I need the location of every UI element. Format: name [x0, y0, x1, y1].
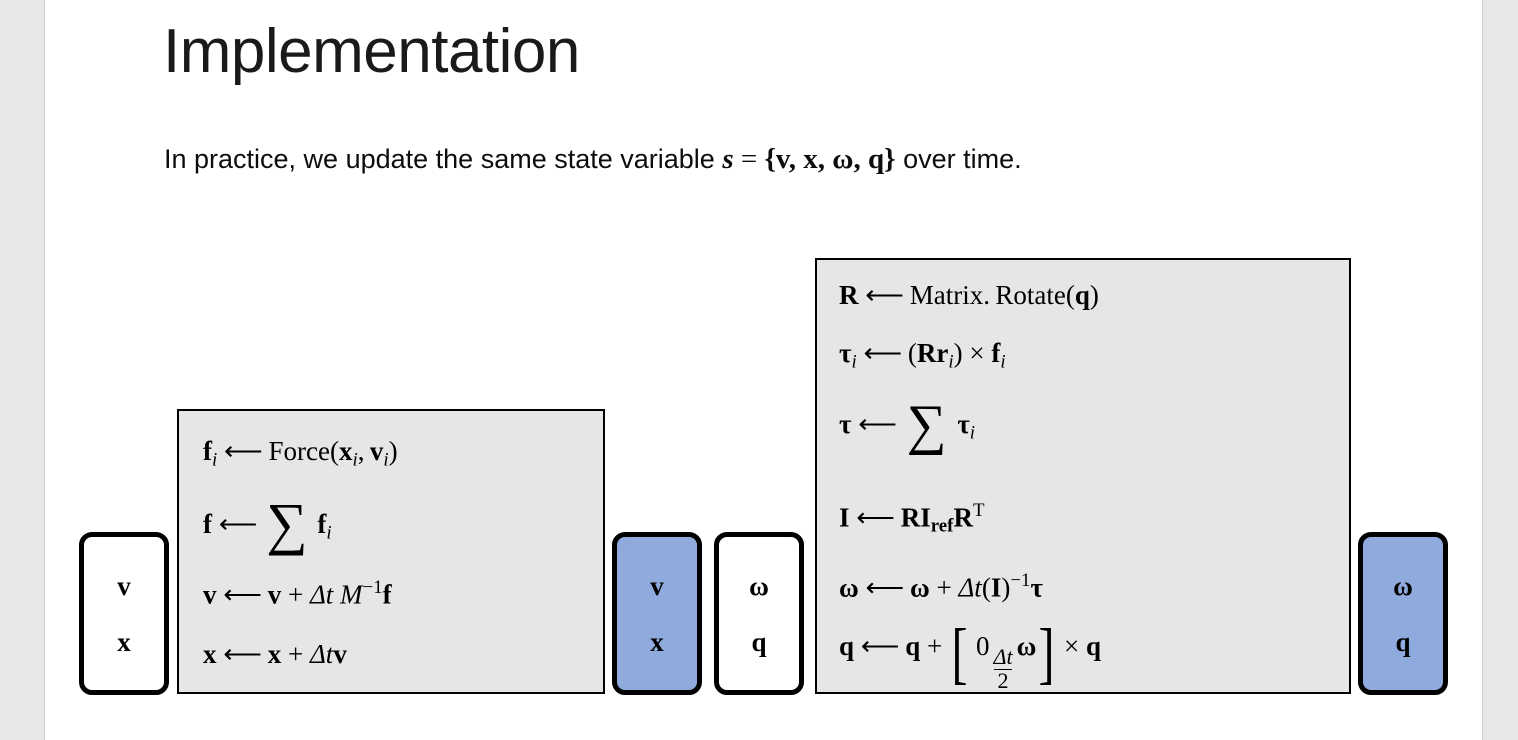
- state-symbol-q: q: [751, 626, 767, 657]
- page-gutter-right: [1482, 0, 1518, 740]
- state-symbol-x: x: [117, 626, 131, 657]
- subtitle-line: In practice, we update the same state va…: [164, 143, 1022, 176]
- equation-angular-velocity-update: ω ⟵ ω + Δt(I)−1τ: [839, 570, 1043, 603]
- state-symbol-x: x: [650, 626, 664, 657]
- subtitle-lead-text: In practice, we update the same state va…: [164, 144, 723, 174]
- state-variable-symbol: s: [722, 143, 734, 175]
- equation-total-torque: τ ⟵ ∑ τi: [839, 394, 976, 456]
- state-symbol-v: v: [117, 571, 131, 602]
- page-title: Implementation: [163, 17, 580, 86]
- equation-velocity-update: v ⟵ v + Δt M−1f: [203, 577, 392, 610]
- equation-total-force: f ⟵ ∑ fi: [203, 491, 332, 556]
- equation-quaternion-update: q ⟵ q + [0 Δt 2 ω] × q: [839, 614, 1102, 693]
- state-members: v, x, ω, q: [775, 143, 885, 175]
- state-symbol-v: v: [650, 571, 664, 602]
- brace-open: {: [764, 143, 776, 175]
- state-symbol-q: q: [1395, 626, 1411, 657]
- state-box-angular-input[interactable]: ω q: [714, 532, 804, 695]
- equation-force-per-particle: fi ⟵ Force(xi, vi): [203, 436, 398, 471]
- equation-rotation-matrix: R ⟵ Matrix. Rotate(q): [839, 280, 1099, 310]
- linear-dynamics-panel: fi ⟵ Force(xi, vi) f ⟵ ∑ fi v ⟵ v + Δt M…: [177, 409, 605, 694]
- state-box-linear-input[interactable]: v x: [79, 532, 169, 695]
- equals-sign: =: [733, 143, 765, 175]
- brace-close: }: [884, 143, 896, 175]
- state-box-angular-output[interactable]: ω q: [1358, 532, 1448, 695]
- state-box-linear-output[interactable]: v x: [612, 532, 702, 695]
- equation-torque-per-particle: τi ⟵ (Rri) × fi: [839, 338, 1006, 373]
- slide-canvas: Implementation In practice, we update th…: [46, 0, 1482, 740]
- state-symbol-omega: ω: [1393, 571, 1413, 602]
- state-symbol-omega: ω: [749, 571, 769, 602]
- equation-position-update: x ⟵ x + Δtv: [203, 639, 347, 669]
- subtitle-trail-text: over time.: [895, 144, 1022, 174]
- page-gutter-left: [0, 0, 45, 740]
- equation-inertia-tensor: I ⟵ RIrefRT: [839, 500, 985, 537]
- rotational-dynamics-panel: R ⟵ Matrix. Rotate(q) τi ⟵ (Rri) × fi τ …: [815, 258, 1351, 694]
